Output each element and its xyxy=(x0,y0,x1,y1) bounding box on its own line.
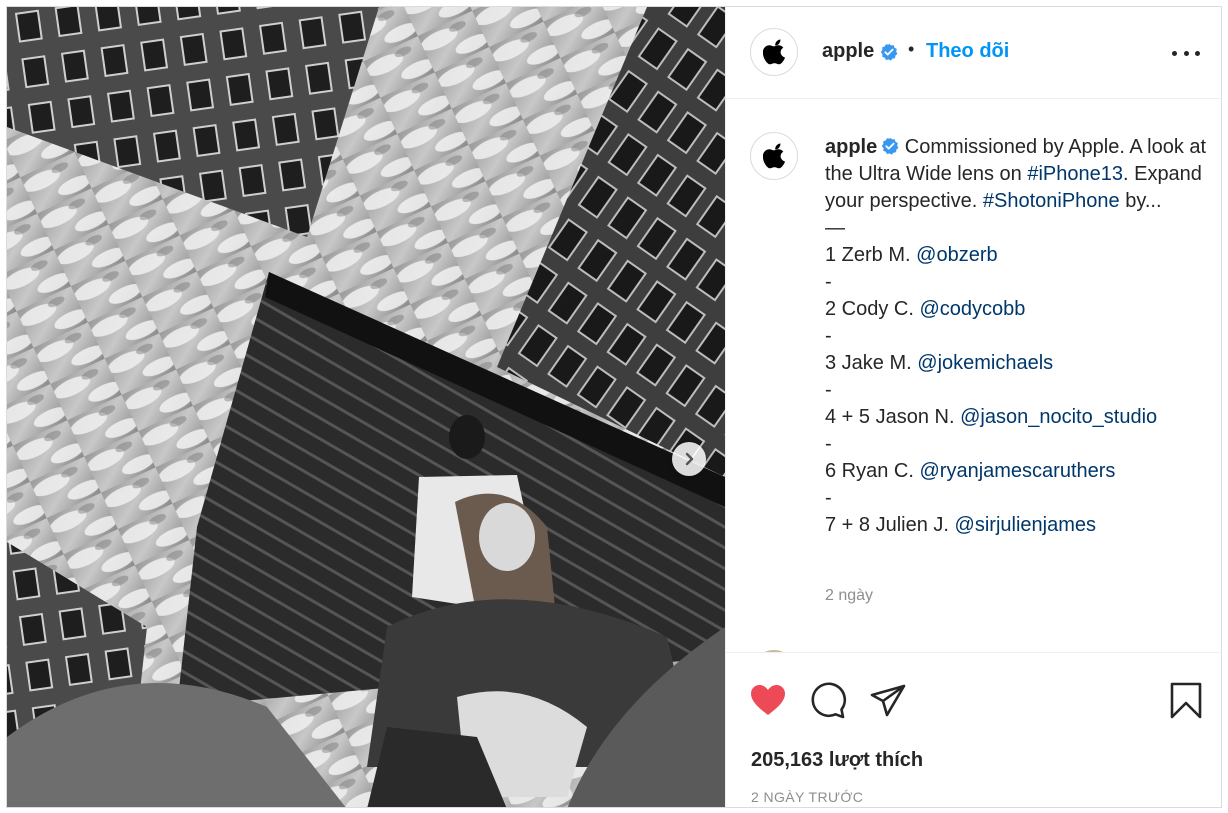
comment-button[interactable] xyxy=(808,681,848,721)
like-button[interactable] xyxy=(748,681,788,721)
credit-line: 4 + 5 Jason N. @jason_nocito_studio xyxy=(825,406,1158,428)
credit-separator: - xyxy=(825,433,832,455)
post-caption: apple Commissioned by Apple. A look at t… xyxy=(825,134,1213,539)
mention-link[interactable]: @jason_nocito_studio xyxy=(960,406,1157,428)
more-options-icon[interactable] xyxy=(1172,45,1200,61)
credit-separator: - xyxy=(825,379,832,401)
mention-link[interactable]: @obzerb xyxy=(916,244,997,266)
mention-link[interactable]: @jokemichaels xyxy=(917,352,1053,374)
likes-count[interactable]: 205,163 lượt thích xyxy=(751,749,923,772)
chevron-right-icon xyxy=(685,452,694,466)
credit-separator: - xyxy=(825,325,832,347)
photo-image xyxy=(7,7,725,807)
credit-separator: - xyxy=(825,487,832,509)
post-header: apple • Theo dõi xyxy=(726,7,1221,99)
save-button[interactable] xyxy=(1166,681,1206,721)
header-separator-dot: • xyxy=(908,39,915,59)
mention-link[interactable]: @codycobb xyxy=(919,298,1025,320)
comment-icon xyxy=(811,682,847,719)
caption-username[interactable]: apple xyxy=(825,136,877,158)
verified-badge-icon xyxy=(882,137,899,155)
caption-area[interactable]: apple Commissioned by Apple. A look at t… xyxy=(726,100,1221,652)
credit-line: 6 Ryan C. @ryanjamescaruthers xyxy=(825,460,1116,482)
post-photo[interactable] xyxy=(7,7,725,807)
share-button[interactable] xyxy=(868,681,908,721)
credit-line: 1 Zerb M. @obzerb xyxy=(825,244,998,266)
caption-text: by... xyxy=(1119,190,1162,212)
avatar[interactable] xyxy=(750,28,798,76)
apple-logo-icon xyxy=(763,39,785,65)
hashtag-link[interactable]: #iPhone13 xyxy=(1027,163,1123,185)
next-image-button[interactable] xyxy=(672,442,706,476)
credit-line: 2 Cody C. @codycobb xyxy=(825,298,1026,320)
post-date[interactable]: 2 NGÀY TRƯỚC xyxy=(751,789,863,805)
post-dialog: apple • Theo dõi apple Commissioned by A… xyxy=(6,6,1222,808)
apple-logo-icon xyxy=(763,143,785,169)
credit-separator: - xyxy=(825,271,832,293)
verified-badge-icon xyxy=(880,43,898,64)
heart-filled-icon xyxy=(751,685,785,715)
paper-plane-icon xyxy=(870,684,906,717)
hashtag-link[interactable]: #ShotoniPhone xyxy=(983,190,1120,212)
mention-link[interactable]: @sirjulienjames xyxy=(955,514,1096,536)
mention-link[interactable]: @ryanjamescaruthers xyxy=(919,460,1115,482)
action-bar: 205,163 lượt thích 2 NGÀY TRƯỚC xyxy=(726,652,1221,807)
follow-button[interactable]: Theo dõi xyxy=(926,40,1009,63)
caption-rule: — xyxy=(825,217,845,239)
post-side-panel: apple • Theo dõi apple Commissioned by A… xyxy=(725,7,1221,807)
header-username[interactable]: apple xyxy=(822,40,874,63)
caption-avatar[interactable] xyxy=(750,132,798,180)
bookmark-icon xyxy=(1170,682,1202,719)
credit-line: 3 Jake M. @jokemichaels xyxy=(825,352,1054,374)
credit-line: 7 + 8 Julien J. @sirjulienjames xyxy=(825,514,1096,536)
caption-timestamp[interactable]: 2 ngày xyxy=(825,587,873,605)
